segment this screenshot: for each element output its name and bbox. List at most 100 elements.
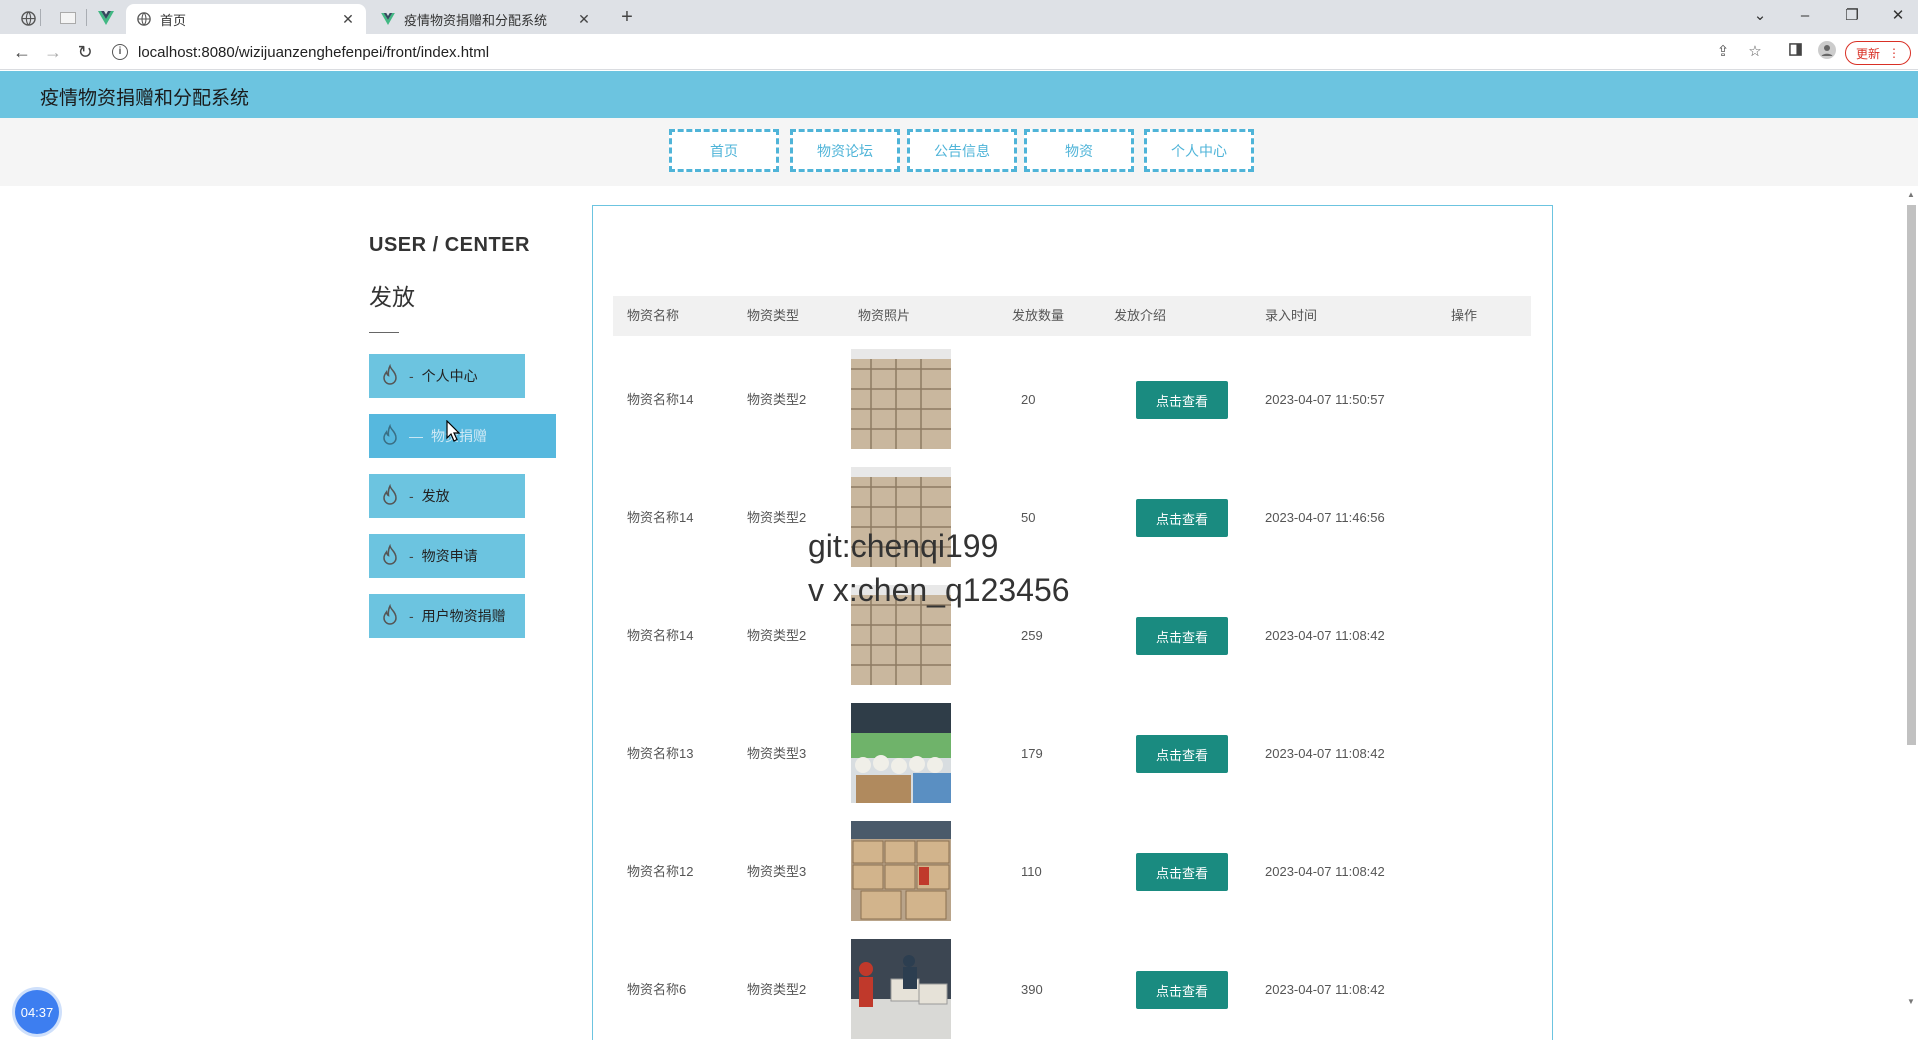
pinned-tab-globe-icon[interactable] (14, 6, 42, 30)
cell-name: 物资名称14 (627, 510, 694, 525)
view-details-button[interactable]: 点击查看 (1136, 735, 1228, 773)
cell-quantity: 20 (1021, 392, 1036, 407)
cell-quantity: 390 (1021, 982, 1043, 997)
cell-name: 物资名称14 (627, 392, 694, 407)
column-header-quantity: 发放数量 (1012, 308, 1065, 323)
nav-supplies[interactable]: 物资 (1024, 129, 1134, 172)
cell-time: 2023-04-07 11:08:42 (1265, 864, 1385, 879)
heading-divider (369, 332, 399, 333)
url-field[interactable]: i localhost:8080/wizijuanzenghefenpei/fr… (112, 39, 1682, 65)
sidebar-item-personal-center[interactable]: - 个人中心 (369, 354, 525, 398)
cell-quantity: 50 (1021, 510, 1036, 525)
share-icon[interactable]: ⇪ (1712, 41, 1734, 63)
supply-photo-workers[interactable] (851, 939, 951, 1039)
nav-announcements[interactable]: 公告信息 (907, 129, 1017, 172)
flame-icon (377, 423, 403, 449)
cell-time: 2023-04-07 11:08:42 (1265, 746, 1385, 761)
view-details-button[interactable]: 点击查看 (1136, 499, 1228, 537)
tab-search-chevron-icon[interactable]: ⌄ (1744, 4, 1776, 28)
table-row: 物资名称6 物资类型2 390 点击查看 2023-04-07 11:08:42 (613, 931, 1531, 1040)
page-scrollbar-thumb[interactable] (1907, 205, 1916, 745)
restore-button[interactable]: ❐ (1836, 4, 1868, 28)
table-header: 物资名称 物资类型 物资照片 发放数量 发放介绍 录入时间 操作 (613, 296, 1531, 336)
pinned-tab-vue-icon[interactable] (92, 6, 120, 30)
watermark-line-1: git:chenqi199 (808, 528, 999, 564)
minimize-button[interactable]: – (1789, 4, 1821, 28)
column-header-name: 物资名称 (627, 308, 680, 323)
browser-tab-bar: 首页 ✕ 疫情物资捐赠和分配系统 ✕ + ⌄ – ❐ ✕ (0, 0, 1918, 34)
sidebar-item-label: 用户物资捐赠 (421, 608, 506, 624)
cell-quantity: 179 (1021, 746, 1043, 761)
site-title: 疫情物资捐赠和分配系统 (40, 88, 250, 109)
cell-name: 物资名称12 (627, 864, 694, 879)
new-tab-button[interactable]: + (615, 6, 639, 29)
sidebar-item-distribution[interactable]: - 发放 (369, 474, 525, 518)
url-text: localhost:8080/wizijuanzenghefenpei/fron… (138, 43, 490, 61)
sidebar-item-label: 物资申请 (421, 548, 478, 564)
scroll-up-arrow-icon[interactable]: ▲ (1905, 189, 1917, 201)
column-header-time: 录入时间 (1265, 308, 1318, 323)
sidebar-item-supply-request[interactable]: - 物资申请 (369, 534, 525, 578)
column-header-action: 操作 (1451, 308, 1478, 323)
table-row: 物资名称14 物资类型2 259 点击查看 2023-04-07 11:08:4… (613, 577, 1531, 695)
cell-time: 2023-04-07 11:46:56 (1265, 510, 1385, 525)
view-details-button[interactable]: 点击查看 (1136, 971, 1228, 1009)
forward-arrow-icon[interactable]: → (41, 40, 65, 64)
cell-type: 物资类型2 (747, 392, 807, 407)
tab-home[interactable]: 首页 ✕ (126, 4, 366, 34)
column-header-photo: 物资照片 (858, 308, 911, 323)
flame-icon (377, 483, 403, 509)
nav-forum[interactable]: 物资论坛 (790, 129, 900, 172)
nav-home[interactable]: 首页 (669, 129, 779, 172)
table-row: 物资名称12 物资类型3 110 点击查看 2023-04-07 11:08:4… (613, 813, 1531, 931)
bookmark-star-icon[interactable]: ☆ (1744, 41, 1766, 63)
tab-close-icon[interactable]: ✕ (576, 11, 592, 28)
update-label: 更新 (1855, 46, 1880, 61)
top-navigation: 首页 物资论坛 公告信息 物资 个人中心 (0, 118, 1918, 186)
site-header: 疫情物资捐赠和分配系统 (0, 71, 1918, 118)
user-center-heading: USER / CENTER (369, 234, 530, 256)
nav-personal-center[interactable]: 个人中心 (1144, 129, 1254, 172)
flame-icon (377, 363, 403, 389)
view-details-button[interactable]: 点击查看 (1136, 617, 1228, 655)
cell-name: 物资名称6 (627, 982, 687, 997)
cell-time: 2023-04-07 11:08:42 (1265, 982, 1385, 997)
pinned-tab-blank-icon[interactable] (54, 6, 82, 30)
scroll-down-arrow-icon[interactable]: ▼ (1905, 996, 1917, 1008)
flame-icon (377, 603, 403, 629)
sidebar-item-donation[interactable]: — 物资捐赠 (369, 414, 556, 458)
vue-logo-icon (380, 11, 396, 27)
profile-avatar-icon[interactable] (1816, 41, 1838, 63)
update-button[interactable]: 更新 ⋮ (1845, 41, 1911, 65)
more-menu-icon: ⋮ (1888, 46, 1900, 60)
back-arrow-icon[interactable]: ← (10, 40, 34, 64)
cell-quantity: 110 (1021, 864, 1042, 879)
cell-type: 物资类型2 (747, 510, 807, 525)
section-subheading: 发放 (369, 284, 415, 310)
address-toolbar: ← → ↻ i localhost:8080/wizijuanzenghefen… (0, 34, 1918, 70)
view-details-button[interactable]: 点击查看 (1136, 853, 1228, 891)
tab-title: 首页 (160, 12, 187, 28)
table-row: 物资名称13 物资类型3 179 点击查看 2023-04-07 11:08:4… (613, 695, 1531, 813)
supply-photo-bottles[interactable] (851, 703, 951, 803)
tab-system[interactable]: 疫情物资捐赠和分配系统 ✕ (370, 4, 602, 34)
cell-time: 2023-04-07 11:08:42 (1265, 628, 1385, 643)
tab-close-icon[interactable]: ✕ (340, 11, 356, 28)
site-info-icon[interactable]: i (112, 44, 128, 60)
tab-separator (40, 9, 41, 26)
table-row: 物资名称14 物资类型2 20 点击查看 2023-04-07 11:50:57 (613, 341, 1531, 459)
supply-photo-warehouse[interactable] (851, 821, 951, 921)
reload-icon[interactable]: ↻ (73, 40, 97, 64)
table-row: 物资名称14 物资类型2 50 点击查看 2023-04-07 11:46:56 (613, 459, 1531, 577)
sidebar-item-label: 个人中心 (421, 368, 478, 384)
sidebar-item-user-donation[interactable]: - 用户物资捐赠 (369, 594, 525, 638)
view-details-button[interactable]: 点击查看 (1136, 381, 1228, 419)
side-panel-icon[interactable] (1784, 41, 1806, 63)
column-header-intro: 发放介绍 (1114, 308, 1167, 323)
cell-type: 物资类型2 (747, 982, 807, 997)
tab-separator (86, 9, 87, 26)
cell-time: 2023-04-07 11:50:57 (1265, 392, 1385, 407)
recording-timer-badge[interactable]: 04:37 (15, 990, 59, 1034)
supply-photo-boxes[interactable] (851, 349, 951, 449)
window-close-button[interactable]: ✕ (1882, 4, 1914, 28)
